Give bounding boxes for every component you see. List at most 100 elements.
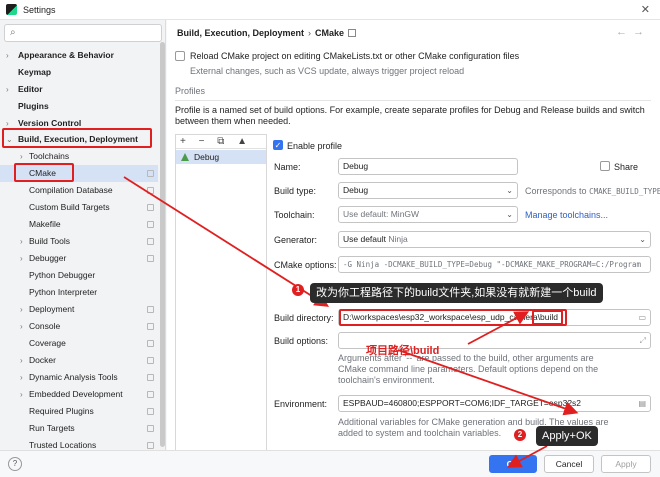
chevron-right-icon[interactable]: › — [6, 47, 14, 64]
project-settings-icon — [147, 255, 154, 262]
breadcrumb: Build, Execution, Deployment › CMake — [177, 28, 357, 38]
sidebar-item-label: Compilation Database — [29, 185, 113, 195]
settings-search-input[interactable]: ⌕ — [4, 24, 162, 42]
manage-toolchains-link[interactable]: Manage toolchains... — [525, 210, 608, 220]
chevron-right-icon[interactable]: › — [6, 81, 14, 98]
sidebar-item[interactable]: Keymap — [0, 64, 158, 81]
build-options-label: Build options: — [274, 336, 329, 346]
cancel-button[interactable]: Cancel — [544, 455, 594, 473]
sidebar-item-label: Required Plugins — [29, 406, 94, 416]
sidebar-item-label: Run Targets — [29, 423, 75, 433]
sidebar-item[interactable]: Plugins — [0, 98, 158, 115]
sidebar-item[interactable]: Required Plugins — [0, 403, 158, 420]
sidebar-item[interactable]: Trusted Locations — [0, 437, 158, 450]
chevron-right-icon[interactable]: › — [20, 233, 28, 250]
build-options-hint-line3: toolchain's environment. — [338, 375, 435, 385]
name-label: Name: — [274, 162, 301, 172]
project-settings-icon — [147, 221, 154, 228]
nav-back-forward-icons[interactable]: ←→ — [616, 26, 650, 38]
sidebar-item-label: Editor — [18, 84, 43, 94]
project-settings-icon — [147, 238, 154, 245]
folder-icon[interactable]: ▭ — [638, 310, 646, 325]
share-checkbox[interactable] — [600, 161, 610, 171]
sidebar-item[interactable]: Makefile — [0, 216, 158, 233]
cmake-options-input[interactable]: -G Ninja -DCMAKE_BUILD_TYPE=Debug "-DCMA… — [338, 256, 651, 273]
sidebar-item-label: Keymap — [18, 67, 52, 77]
chevron-right-icon[interactable]: › — [20, 301, 28, 318]
expand-icon[interactable]: ⤢ — [640, 333, 646, 348]
cmake-options-label: CMake options: — [274, 260, 337, 270]
generator-select[interactable]: Use default Ninja ⌄ — [338, 231, 651, 248]
edit-variables-icon[interactable]: ▤ — [638, 396, 646, 411]
sidebar-item[interactable]: › Debugger — [0, 250, 158, 267]
sidebar-item[interactable]: › Console — [0, 318, 158, 335]
environment-input[interactable]: ESPBAUD=460800;ESPPORT=COM6;IDF_TARGET=e… — [338, 395, 651, 412]
close-icon[interactable]: ✕ — [641, 3, 650, 16]
chevron-right-icon[interactable]: › — [20, 352, 28, 369]
toolchain-label: Toolchain: — [274, 210, 315, 220]
name-input[interactable]: Debug — [338, 158, 518, 175]
sidebar-item[interactable]: Run Targets — [0, 420, 158, 437]
annotation-highlight-cmake — [14, 163, 74, 182]
sidebar-item-label: Python Debugger — [29, 270, 96, 280]
build-options-hint-line2: CMake command line parameters. Default o… — [338, 364, 599, 374]
sidebar-item-label: Console — [29, 321, 61, 331]
sidebar-item[interactable]: › Deployment — [0, 301, 158, 318]
sidebar-item[interactable]: › Docker — [0, 352, 158, 369]
sidebar-item-label: Debugger — [29, 253, 67, 263]
chevron-right-icon[interactable]: › — [20, 369, 28, 386]
reload-cmake-hint: External changes, such as VCS update, al… — [190, 66, 465, 76]
build-type-value: Debug — [343, 185, 369, 195]
sidebar-item[interactable]: › Appearance & Behavior — [0, 47, 158, 64]
project-settings-icon — [147, 170, 154, 177]
environment-hint-line2: added to system and toolchain variables. — [338, 428, 502, 438]
sidebar-item[interactable]: › Dynamic Analysis Tools — [0, 369, 158, 386]
environment-label: Environment: — [274, 399, 328, 409]
help-button[interactable]: ? — [8, 457, 22, 471]
sidebar-item[interactable]: › Embedded Development — [0, 386, 158, 403]
sidebar-item[interactable]: Custom Build Targets — [0, 199, 158, 216]
sidebar-item-label: Makefile — [29, 219, 61, 229]
sidebar-item-label: Docker — [29, 355, 56, 365]
breadcrumb-current: CMake — [315, 28, 345, 38]
chevron-right-icon[interactable]: › — [20, 386, 28, 403]
chevron-right-icon[interactable]: › — [20, 318, 28, 335]
sidebar-item-label: Deployment — [29, 304, 75, 314]
sidebar-scrollbar[interactable] — [160, 42, 165, 447]
enable-profile-label: Enable profile — [287, 141, 343, 151]
toolchain-value: Use default: MinGW — [343, 209, 420, 219]
breadcrumb-parent[interactable]: Build, Execution, Deployment — [177, 28, 304, 38]
profiles-divider — [175, 100, 651, 101]
sidebar-item[interactable]: Python Debugger — [0, 267, 158, 284]
search-icon: ⌕ — [10, 27, 16, 38]
project-settings-icon — [147, 391, 154, 398]
sidebar-item-label: Custom Build Targets — [29, 202, 110, 212]
corresponds-variable: CMAKE_BUILD_TYPE — [589, 187, 660, 196]
chevron-down-icon: ⌄ — [639, 235, 646, 244]
project-settings-icon — [147, 374, 154, 381]
build-type-select[interactable]: Debug ⌄ — [338, 182, 518, 199]
corresponds-label: Corresponds to CMAKE_BUILD_TYPE — [525, 186, 660, 196]
profile-list-toolbar[interactable]: + − ⧉ ▲ ▼ — [176, 135, 266, 160]
toolchain-select[interactable]: Use default: MinGW ⌄ — [338, 206, 518, 223]
project-settings-icon — [147, 340, 154, 347]
sidebar-item[interactable]: Coverage — [0, 335, 158, 352]
profile-list: + − ⧉ ▲ ▼ Debug — [175, 134, 267, 452]
profile-item-debug[interactable]: Debug — [176, 150, 266, 164]
chevron-down-icon: ⌄ — [506, 186, 513, 195]
profiles-heading: Profiles — [175, 86, 206, 96]
sidebar-item[interactable]: › Editor — [0, 81, 158, 98]
enable-profile-checkbox[interactable]: ✓ — [273, 140, 283, 150]
reload-cmake-checkbox[interactable] — [175, 51, 185, 61]
settings-sidebar: ⌕ › Appearance & Behavior Keymap › Editor Plu… — [0, 20, 166, 450]
annotation-badge-1: 1 — [292, 284, 304, 296]
sidebar-item[interactable]: Compilation Database — [0, 182, 158, 199]
chevron-right-icon[interactable]: › — [20, 250, 28, 267]
sidebar-item[interactable]: › Build Tools — [0, 233, 158, 250]
annotation-highlight-build-folder — [532, 310, 563, 325]
apply-button[interactable]: Apply — [601, 455, 651, 473]
sidebar-item[interactable]: Python Interpreter — [0, 284, 158, 301]
ok-button[interactable]: OK — [489, 455, 537, 473]
generator-hint: Ninja — [388, 234, 408, 244]
reload-cmake-label: Reload CMake project on editing CMakeLis… — [190, 51, 520, 61]
